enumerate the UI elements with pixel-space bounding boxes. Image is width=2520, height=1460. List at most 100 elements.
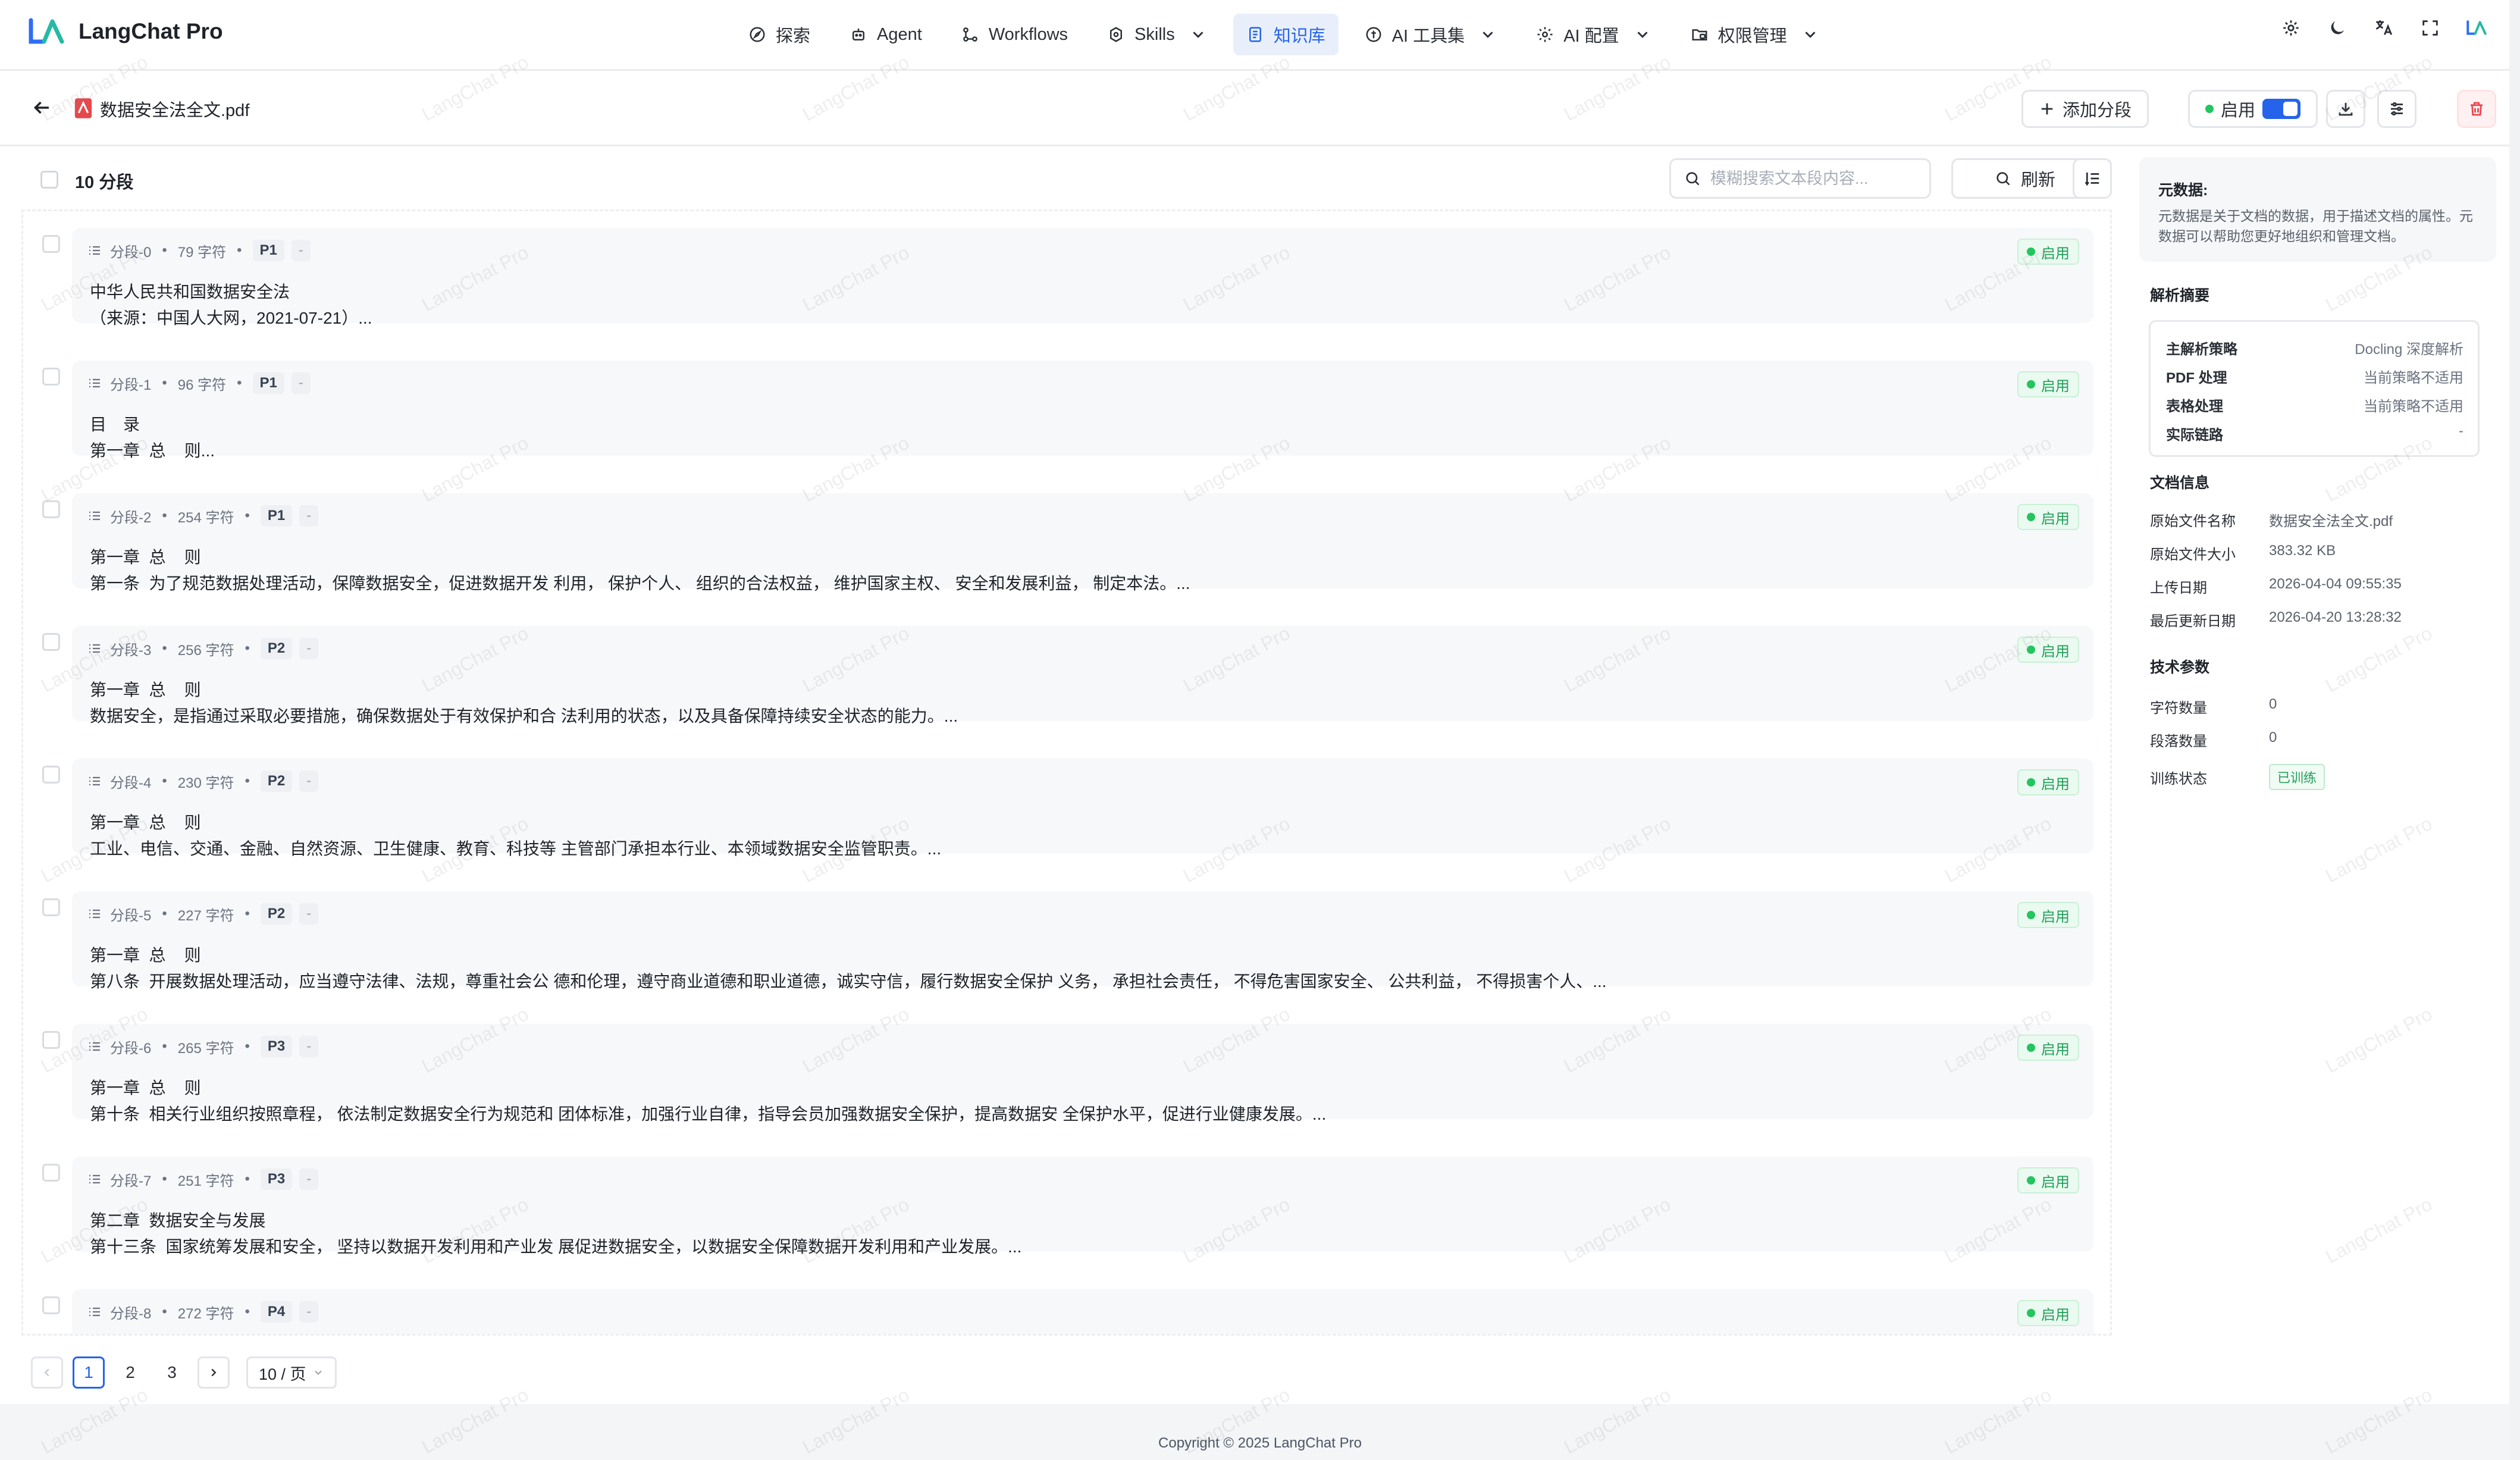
segment-row[interactable]: 分段-1 • 96 字符 • P1- 启用目 录第一章 总 则... bbox=[23, 344, 2110, 477]
segment-row[interactable]: 分段-3 • 256 字符 • P2- 启用 第一章 总 则数据安全，是指通过采取必要措施，… bbox=[23, 609, 2110, 742]
sort-button[interactable] bbox=[2073, 158, 2112, 199]
status-badge[interactable]: 启用 bbox=[2017, 769, 2079, 795]
segment-checkbox[interactable] bbox=[42, 766, 60, 784]
segment-card[interactable]: 分段-8 • 272 字符 • P4- 启用 bbox=[72, 1289, 2093, 1334]
tag-badge: - bbox=[299, 638, 319, 659]
back-arrow-icon[interactable] bbox=[31, 97, 52, 118]
nav-label: 探索 bbox=[776, 27, 811, 46]
enable-switch[interactable]: 启用 bbox=[2188, 90, 2318, 128]
prev-page-button[interactable] bbox=[31, 1356, 63, 1389]
segment-card[interactable]: 分段-4 • 230 字符 • P2- 启用 第一章 总 则工业、电信、交通、金融、自然资源… bbox=[72, 759, 2093, 858]
segment-checkbox[interactable] bbox=[42, 1031, 60, 1049]
nav-item-permissions[interactable]: 权限管理 bbox=[1678, 14, 1832, 55]
top-navbar: LangChat Pro 探索 Agent Workflows Skills 知… bbox=[0, 0, 2520, 71]
status-badge[interactable]: 启用 bbox=[2017, 902, 2079, 928]
nav-item-knowledge-base[interactable]: 知识库 bbox=[1233, 14, 1339, 55]
segment-row[interactable]: 分段-5 • 227 字符 • P2- 启用 第一章 总 则第八条 开展数据处理活动，应当遵… bbox=[23, 875, 2110, 1007]
segment-card[interactable]: 分段-7 • 251 字符 • P3- 启用 第二章 数据安全与发展 第十三条 国家统筹发展和… bbox=[72, 1157, 2093, 1256]
segment-checkbox[interactable] bbox=[42, 500, 60, 518]
add-segment-button[interactable]: 添加分段 bbox=[2021, 90, 2149, 128]
settings-list-button[interactable] bbox=[2377, 90, 2416, 128]
watermark-text: LangChat Pro bbox=[2321, 812, 2436, 887]
status-badge[interactable]: 启用 bbox=[2017, 1167, 2079, 1193]
separator-dot: • bbox=[162, 1304, 167, 1320]
status-badge[interactable]: 启用 bbox=[2017, 371, 2079, 397]
refresh-label: 刷新 bbox=[2020, 171, 2055, 190]
page-size-select[interactable]: 10 / 页 bbox=[246, 1356, 337, 1389]
page-badge: P4 bbox=[260, 1301, 293, 1323]
status-dot bbox=[2027, 1176, 2035, 1185]
page-button[interactable]: 1 bbox=[73, 1356, 105, 1389]
page-button[interactable]: 2 bbox=[114, 1356, 146, 1389]
segment-checkbox[interactable] bbox=[42, 1296, 60, 1314]
status-label: 启用 bbox=[2041, 378, 2070, 394]
moon-icon[interactable] bbox=[2327, 18, 2347, 38]
tech-params-title: 技术参数 bbox=[2150, 659, 2210, 676]
segment-meta: 分段-7 • 251 字符 • P3- bbox=[86, 1168, 319, 1190]
info-value: 2026-04-04 09:55:35 bbox=[2269, 576, 2402, 592]
drag-list-icon[interactable] bbox=[86, 1172, 103, 1186]
search-input[interactable] bbox=[1709, 168, 1914, 189]
segment-checkbox[interactable] bbox=[42, 1164, 60, 1182]
nav-item-explore[interactable]: 探索 bbox=[735, 14, 823, 55]
separator-dot: • bbox=[245, 1038, 250, 1054]
segment-card[interactable]: 分段-6 • 265 字符 • P3- 启用 第一章 总 则第十条 相关行业组织按照章程， … bbox=[72, 1024, 2093, 1123]
avatar[interactable] bbox=[2466, 18, 2487, 38]
segment-row[interactable]: 分段-0 • 79 字符 • P1- 启用 中华人民共和国数据安全法 （来源：中国人大网，20… bbox=[23, 211, 2110, 344]
segment-row[interactable]: 分段-7 • 251 字符 • P3- 启用 第二章 数据安全与发展 第十三条 国家统筹发展和… bbox=[23, 1140, 2110, 1273]
separator-dot: • bbox=[162, 773, 167, 789]
drag-list-icon[interactable] bbox=[86, 1039, 103, 1054]
drag-list-icon[interactable] bbox=[86, 376, 103, 390]
download-button[interactable] bbox=[2326, 90, 2365, 128]
status-badge[interactable]: 启用 bbox=[2017, 637, 2079, 663]
nav-item-skills[interactable]: Skills bbox=[1094, 14, 1220, 55]
brand[interactable]: LangChat Pro bbox=[29, 18, 223, 45]
segment-checkbox[interactable] bbox=[42, 368, 60, 386]
status-badge[interactable]: 启用 bbox=[2017, 239, 2079, 265]
info-value: 数据安全法全文.pdf bbox=[2269, 513, 2393, 530]
drag-list-icon[interactable] bbox=[86, 641, 103, 656]
drag-list-icon[interactable] bbox=[86, 243, 103, 258]
metadata-title: 元数据: bbox=[2158, 182, 2208, 199]
drag-list-icon[interactable] bbox=[86, 907, 103, 921]
settings-icon[interactable] bbox=[2281, 18, 2301, 38]
segment-checkbox[interactable] bbox=[42, 235, 60, 253]
next-page-button[interactable] bbox=[198, 1356, 230, 1389]
status-dot bbox=[2027, 1044, 2035, 1052]
nav-item-ai-config[interactable]: AI 配置 bbox=[1523, 14, 1664, 55]
nav-item-workflows[interactable]: Workflows bbox=[948, 14, 1081, 55]
translate-icon[interactable] bbox=[2374, 18, 2394, 38]
segment-char-count: 265 字符 bbox=[177, 1040, 234, 1057]
status-badge[interactable]: 启用 bbox=[2017, 1035, 2079, 1061]
segment-checkbox[interactable] bbox=[42, 633, 60, 651]
drag-list-icon[interactable] bbox=[86, 1305, 103, 1319]
status-badge[interactable]: 启用 bbox=[2017, 1300, 2079, 1326]
segment-card[interactable]: 分段-3 • 256 字符 • P2- 启用 第一章 总 则数据安全，是指通过采取必要措施，… bbox=[72, 626, 2093, 725]
chevron-right-icon bbox=[211, 1368, 217, 1377]
page-button[interactable]: 3 bbox=[156, 1356, 188, 1389]
status-badge[interactable]: 启用 bbox=[2017, 504, 2079, 530]
segment-card[interactable]: 分段-0 • 79 字符 • P1- 启用 中华人民共和国数据安全法 （来源：中国人大网，20… bbox=[72, 228, 2093, 327]
parse-value: 当前策略不适用 bbox=[2364, 370, 2463, 386]
delete-button[interactable] bbox=[2457, 90, 2496, 128]
info-row: 原始文件名称 数据安全法全文.pdf bbox=[2150, 509, 2393, 530]
segment-checkbox[interactable] bbox=[42, 898, 60, 916]
segment-row[interactable]: 分段-6 • 265 字符 • P3- 启用 第一章 总 则第十条 相关行业组织按照章程， … bbox=[23, 1007, 2110, 1140]
nav-item-agent[interactable]: Agent bbox=[836, 14, 935, 55]
nav-item-ai-tools[interactable]: AI 工具集 bbox=[1352, 14, 1510, 55]
drag-list-icon[interactable] bbox=[86, 509, 103, 523]
fullscreen-icon[interactable] bbox=[2420, 18, 2440, 38]
enable-toggle[interactable] bbox=[2262, 99, 2300, 119]
segment-search[interactable] bbox=[1669, 158, 1931, 199]
segment-row[interactable]: 分段-2 • 254 字符 • P1- 启用 第一章 总 则第一条 为了规范数据处理活动，保… bbox=[23, 477, 2110, 609]
segment-row[interactable]: 分段-8 • 272 字符 • P4- 启用 bbox=[23, 1273, 2110, 1334]
segment-card[interactable]: 分段-5 • 227 字符 • P2- 启用 第一章 总 则第八条 开展数据处理活动，应当遵… bbox=[72, 891, 2093, 991]
segment-card[interactable]: 分段-2 • 254 字符 • P1- 启用 第一章 总 则第一条 为了规范数据处理活动，保… bbox=[72, 493, 2093, 593]
status-dot bbox=[2027, 778, 2035, 787]
segment-row[interactable]: 分段-4 • 230 字符 • P2- 启用 第一章 总 则工业、电信、交通、金融、自然资源… bbox=[23, 742, 2110, 875]
segment-card[interactable]: 分段-1 • 96 字符 • P1- 启用目 录第一章 总 则... bbox=[72, 361, 2093, 460]
drag-list-icon[interactable] bbox=[86, 774, 103, 788]
select-all-checkbox[interactable] bbox=[40, 171, 58, 189]
separator-dot: • bbox=[162, 1171, 167, 1187]
chevron-down-icon bbox=[1637, 32, 1648, 38]
